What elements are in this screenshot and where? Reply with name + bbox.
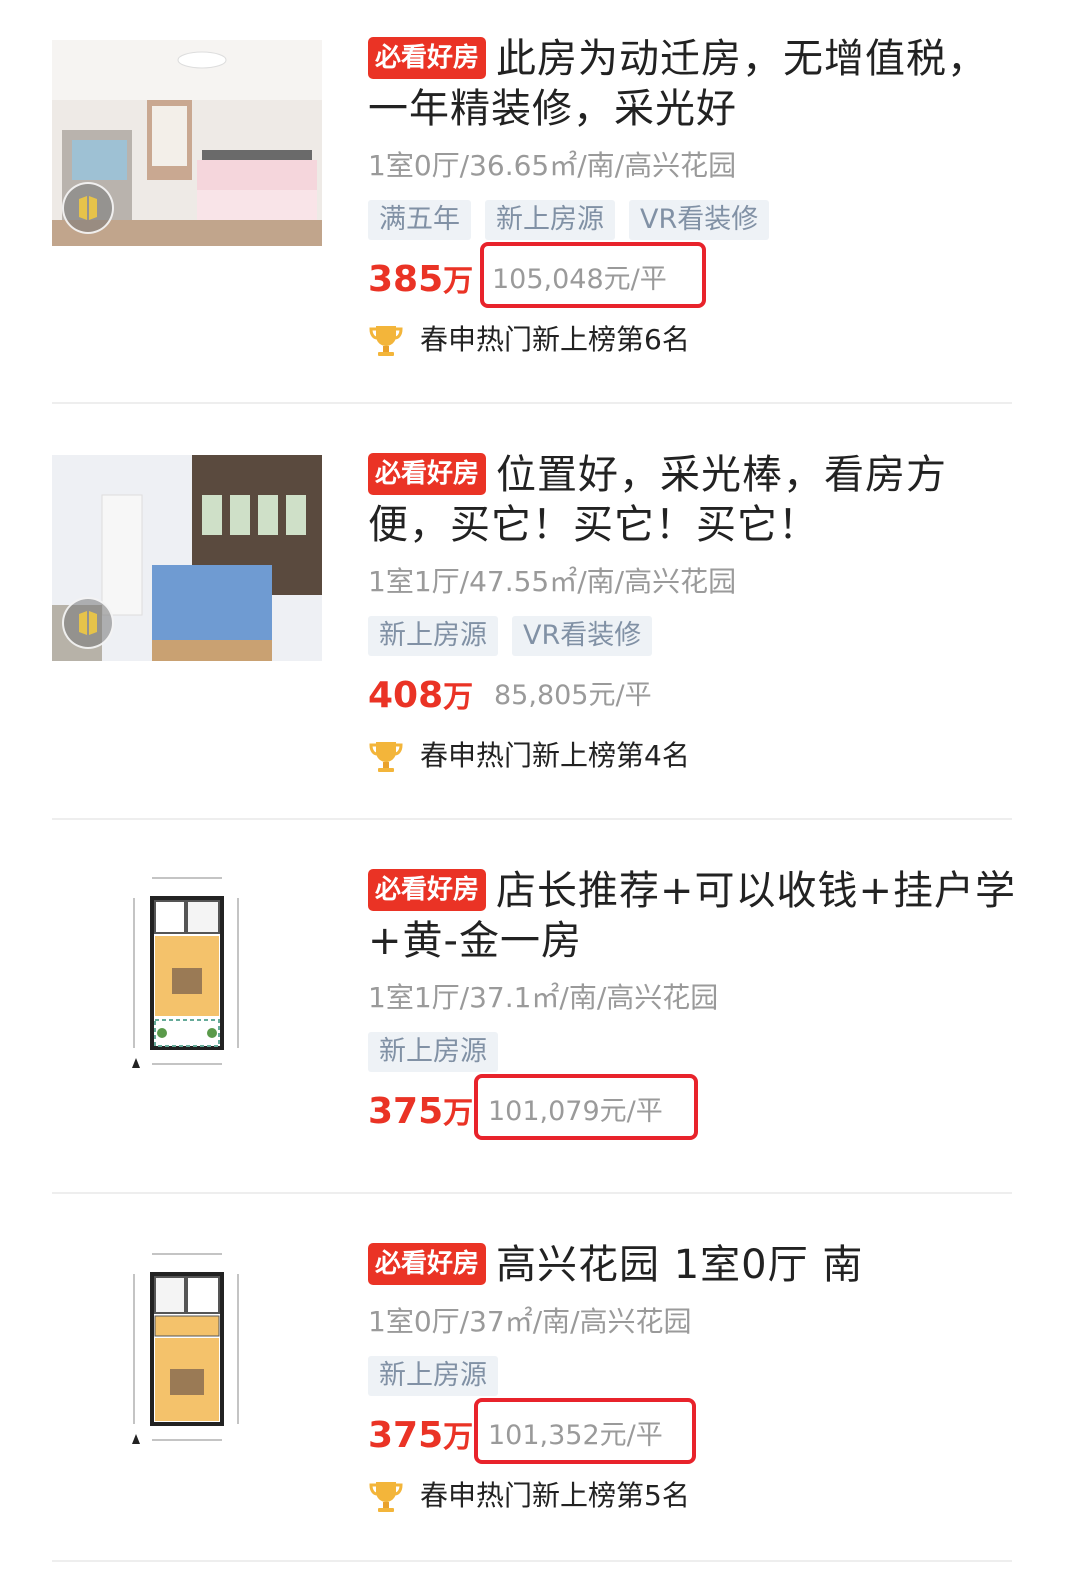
vr-icon <box>62 182 114 234</box>
listing-meta: 1室0厅/37㎡/南/高兴花园 <box>368 1305 692 1338</box>
tag-list: 新上房源 <box>368 1356 1028 1396</box>
floorplan-image <box>132 877 239 1068</box>
divider <box>52 402 1012 404</box>
total-price: 375万 <box>368 1091 474 1132</box>
divider <box>52 1192 1012 1194</box>
ranking-row[interactable]: 春申热门新上榜第5名 <box>368 1476 768 1516</box>
tag-list: 满五年 新上房源 VR看装修 <box>368 200 1028 240</box>
tag: VR看装修 <box>512 616 653 656</box>
ranking-row[interactable]: 春申热门新上榜第6名 <box>368 320 768 360</box>
must-see-badge: 必看好房 <box>368 869 487 911</box>
unit-price-highlight-box <box>474 1074 698 1140</box>
unit-price-highlight-box <box>480 242 706 308</box>
price-row: 408万 85,805元/平 <box>368 672 1028 720</box>
price-row: 385万 105,048元/平 <box>368 242 1028 308</box>
ranking-text: 春申热门新上榜第6名 <box>420 323 690 356</box>
divider <box>52 1560 1012 1562</box>
tag: 满五年 <box>368 200 471 240</box>
listing-floorplan[interactable] <box>52 868 322 1074</box>
tag: 新上房源 <box>485 200 615 240</box>
listing-title[interactable]: 必看好房 此房为动迁房，无增值税，一年精装修，采光好 <box>368 34 1028 134</box>
listing-title[interactable]: 必看好房 高兴花园 1室0厅 南 <box>368 1240 1028 1290</box>
ranking-text: 春申热门新上榜第4名 <box>420 739 690 772</box>
tag-list: 新上房源 VR看装修 <box>368 616 1028 656</box>
price-row: 375万 101,079元/平 <box>368 1074 1028 1140</box>
ranking-row[interactable]: 春申热门新上榜第4名 <box>368 736 768 776</box>
price-row: 375万 101,352元/平 <box>368 1398 1028 1464</box>
listing-photo[interactable] <box>52 455 322 661</box>
unit-price-highlight-box <box>474 1398 696 1464</box>
tag: 新上房源 <box>368 1032 498 1072</box>
tag: VR看装修 <box>629 200 770 240</box>
total-price: 408万 <box>368 675 474 716</box>
total-price: 375万 <box>368 1415 474 1456</box>
listing-title[interactable]: 必看好房 店长推荐+可以收钱+挂户学+黄-金一房 <box>368 866 1028 966</box>
trophy-icon <box>369 1482 403 1512</box>
tag: 新上房源 <box>368 1356 498 1396</box>
listing-meta: 1室0厅/36.65㎡/南/高兴花园 <box>368 149 737 182</box>
must-see-badge: 必看好房 <box>368 37 487 79</box>
unit-price: 85,805元/平 <box>494 680 652 711</box>
listing-photo[interactable] <box>52 40 322 246</box>
divider <box>52 818 1012 820</box>
must-see-badge: 必看好房 <box>368 453 487 495</box>
trophy-icon <box>369 742 403 772</box>
ranking-text: 春申热门新上榜第5名 <box>420 1479 690 1512</box>
trophy-icon <box>369 326 403 356</box>
listing-floorplan[interactable] <box>52 1244 322 1450</box>
floorplan-image <box>132 1253 239 1444</box>
vr-icon <box>62 597 114 649</box>
must-see-badge: 必看好房 <box>368 1243 487 1285</box>
listing-title[interactable]: 必看好房 位置好，采光棒，看房方便，买它！买它！买它！ <box>368 450 1028 550</box>
tag: 新上房源 <box>368 616 498 656</box>
tag-list: 新上房源 <box>368 1032 1028 1072</box>
total-price: 385万 <box>368 259 474 300</box>
listing-meta: 1室1厅/37.1㎡/南/高兴花园 <box>368 981 719 1014</box>
listing-meta: 1室1厅/47.55㎡/南/高兴花园 <box>368 565 737 598</box>
